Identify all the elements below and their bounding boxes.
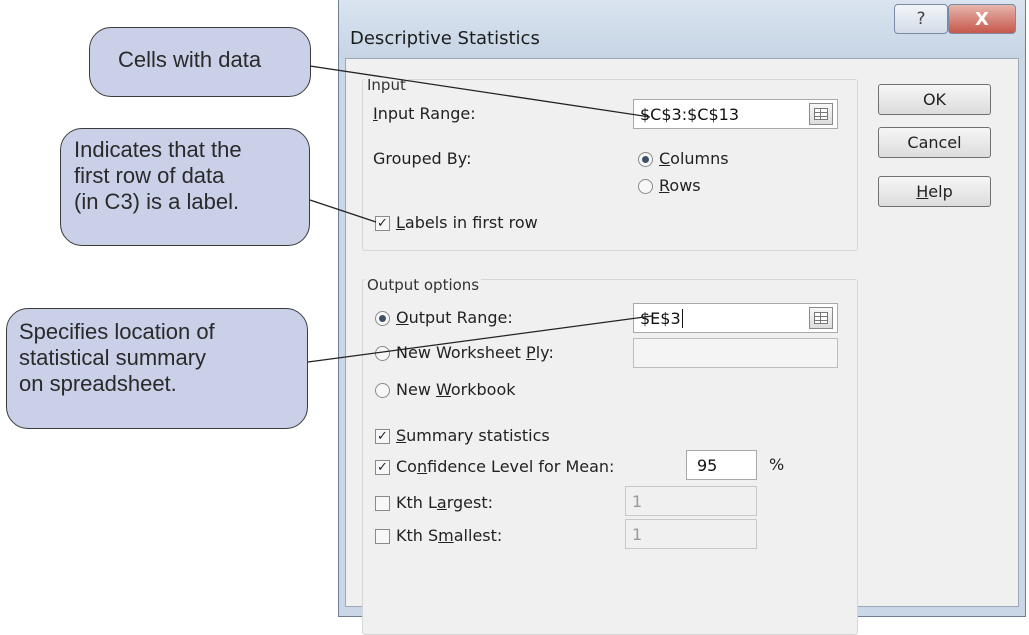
close-button[interactable]: X bbox=[948, 4, 1016, 34]
confidence-level-field[interactable]: 95 bbox=[686, 450, 757, 480]
new-worksheet-label: New Worksheet Ply: bbox=[396, 343, 554, 362]
grouped-by-label: Grouped By: bbox=[373, 149, 472, 168]
summary-statistics-label: Summary statistics bbox=[396, 426, 550, 445]
labels-first-row-checkbox[interactable]: ✓ bbox=[375, 216, 390, 231]
labels-first-row-label: Labels in first row bbox=[396, 213, 538, 232]
confidence-level-value: 95 bbox=[697, 456, 718, 475]
input-range-label: Input Range: bbox=[373, 104, 476, 123]
output-group-label: Output options bbox=[365, 276, 482, 294]
callout-line: (in C3) is a label. bbox=[74, 189, 240, 214]
kth-smallest-label: Kth Smallest: bbox=[396, 526, 503, 545]
title-bar[interactable]: Descriptive Statistics ? X bbox=[339, 0, 1025, 58]
kth-largest-value: 1 bbox=[632, 492, 643, 511]
new-workbook-label: New Workbook bbox=[396, 380, 516, 399]
new-worksheet-field[interactable] bbox=[633, 338, 838, 368]
input-group: Input Input Range: $C$3:$C$13 Grouped By… bbox=[362, 76, 858, 251]
callout-cells-with-data: Cells with data bbox=[89, 27, 311, 97]
output-range-value: $E$3 bbox=[640, 309, 681, 328]
help-question-button[interactable]: ? bbox=[894, 4, 948, 34]
confidence-level-checkbox[interactable]: ✓ bbox=[375, 460, 390, 475]
help-button[interactable]: Help bbox=[878, 176, 991, 207]
output-options-group: Output options Output Range: $E$3 New Wo… bbox=[362, 276, 858, 635]
kth-smallest-checkbox[interactable] bbox=[375, 529, 390, 544]
percent-sign: % bbox=[769, 455, 785, 474]
callout-line: statistical summary bbox=[19, 345, 207, 370]
rows-label: Rows bbox=[659, 176, 701, 195]
new-workbook-radio[interactable] bbox=[375, 383, 390, 398]
input-range-field[interactable]: $C$3:$C$13 bbox=[633, 99, 838, 129]
kth-largest-checkbox[interactable] bbox=[375, 496, 390, 511]
callout-text: Cells with data bbox=[118, 47, 262, 72]
kth-largest-label: Kth Largest: bbox=[396, 493, 494, 512]
collapse-dialog-icon[interactable] bbox=[809, 307, 833, 329]
callout-line: on spreadsheet. bbox=[19, 371, 177, 396]
output-range-label: Output Range: bbox=[396, 308, 513, 327]
callout-line: Indicates that the bbox=[74, 137, 242, 162]
dialog-body: Input Input Range: $C$3:$C$13 Grouped By… bbox=[345, 58, 1019, 635]
callout-labels-explanation: Indicates that the first row of data (in… bbox=[60, 128, 310, 246]
callout-line: first row of data bbox=[74, 163, 225, 188]
confidence-level-label: Confidence Level for Mean: bbox=[396, 457, 615, 476]
close-icon: X bbox=[975, 8, 989, 30]
dialog-title: Descriptive Statistics bbox=[350, 28, 540, 49]
callout-line: Specifies location of bbox=[19, 319, 215, 344]
collapse-dialog-icon[interactable] bbox=[809, 103, 833, 125]
cancel-button[interactable]: Cancel bbox=[878, 127, 991, 158]
callout-output-location: Specifies location of statistical summar… bbox=[6, 308, 308, 429]
summary-statistics-checkbox[interactable]: ✓ bbox=[375, 429, 390, 444]
input-group-label: Input bbox=[365, 76, 408, 94]
kth-smallest-field[interactable]: 1 bbox=[625, 519, 757, 549]
input-range-value: $C$3:$C$13 bbox=[640, 105, 739, 124]
new-worksheet-radio[interactable] bbox=[375, 346, 390, 361]
kth-largest-field[interactable]: 1 bbox=[625, 486, 757, 516]
rows-radio[interactable] bbox=[638, 179, 653, 194]
columns-radio[interactable] bbox=[638, 152, 653, 167]
output-range-field[interactable]: $E$3 bbox=[633, 303, 838, 333]
kth-smallest-value: 1 bbox=[632, 525, 643, 544]
ok-button[interactable]: OK bbox=[878, 84, 991, 115]
descriptive-statistics-dialog: Descriptive Statistics ? X Input Input R… bbox=[338, 0, 1026, 635]
columns-label: Columns bbox=[659, 149, 729, 168]
question-icon: ? bbox=[916, 9, 926, 29]
output-range-radio[interactable] bbox=[375, 311, 390, 326]
